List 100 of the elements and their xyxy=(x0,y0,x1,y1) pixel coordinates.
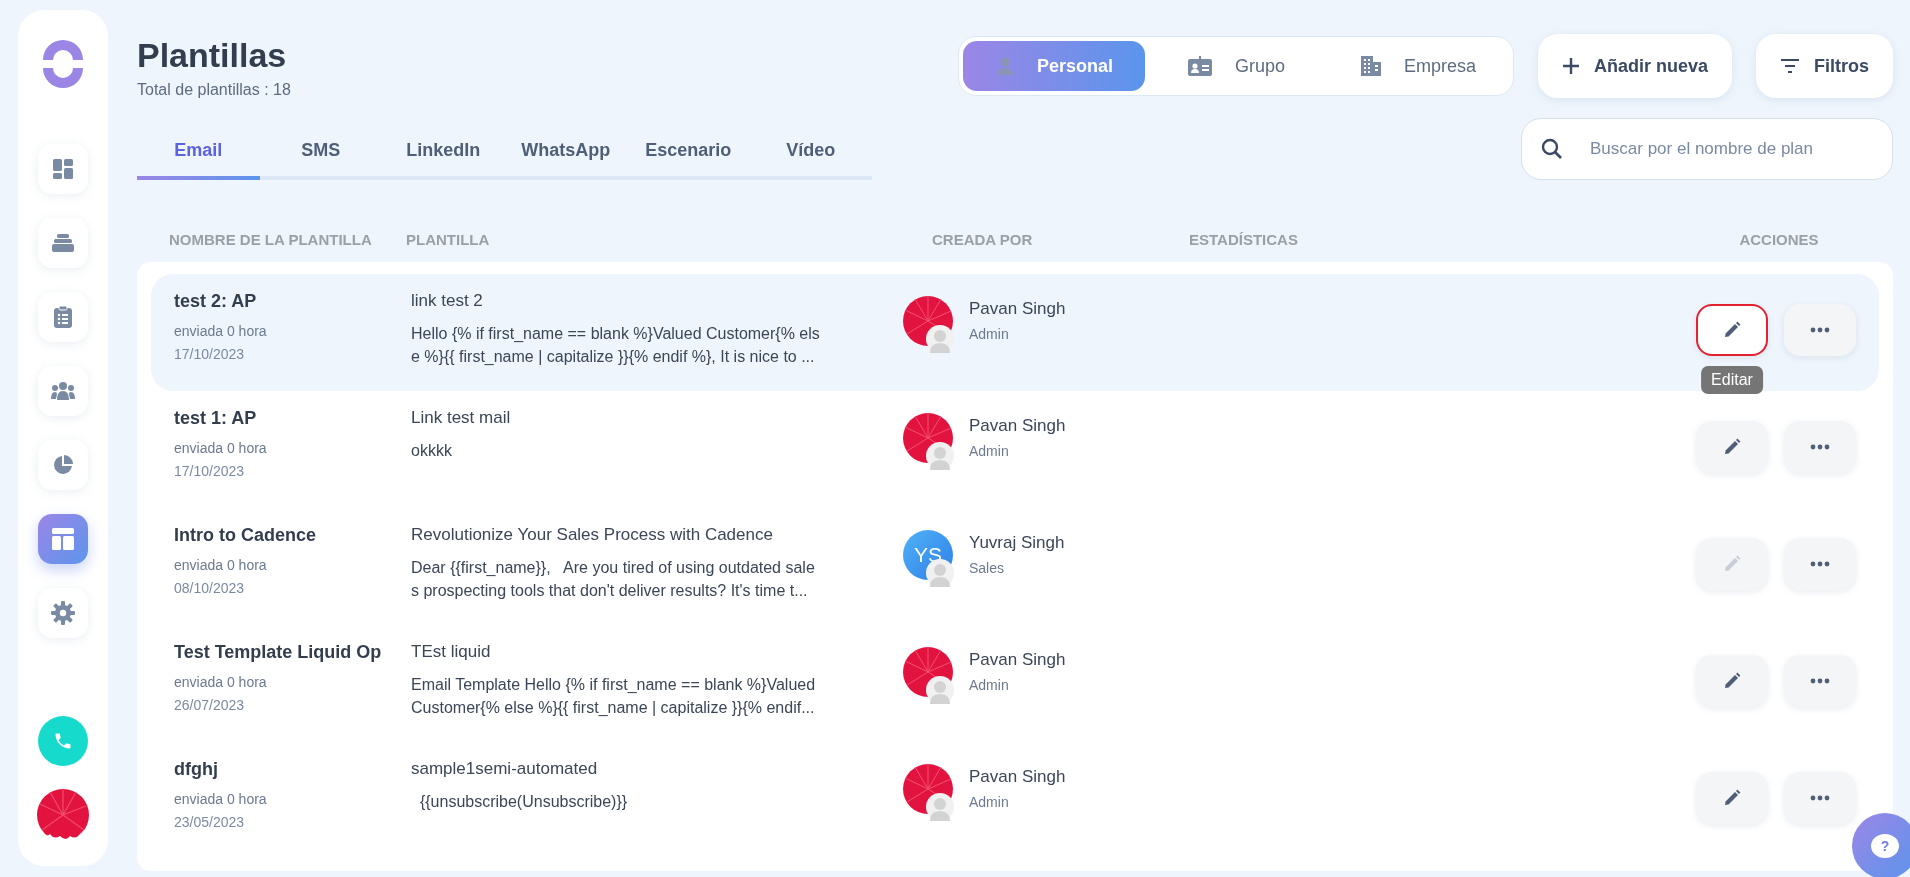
more-button[interactable] xyxy=(1784,421,1856,473)
created-date: 08/10/2023 xyxy=(174,579,246,598)
sent-status: enviada 0 hora xyxy=(174,673,268,692)
channel-tab[interactable]: LinkedIn xyxy=(382,127,505,180)
template-subject: TEst liquid xyxy=(411,641,492,663)
table-row[interactable]: test 2: AP enviada 0 hora 17/10/2023 link test 2 Hello {% if first_name == blank %}Valued Customer{% els e %}{{ first_name | capitalize }}{% endif %}, It is nice to ... Pavan Singh Admin Editar xyxy=(151,274,1879,391)
filter-button[interactable]: Filtros xyxy=(1756,34,1893,98)
clipboard-icon xyxy=(53,305,73,329)
layout-icon xyxy=(51,527,75,551)
creator-role: Admin xyxy=(969,675,1010,695)
template-preview: {{unsubscribe(Unsubscribe)}} xyxy=(418,791,629,812)
sent-status: enviada 0 hora xyxy=(174,790,268,809)
created-date: 17/10/2023 xyxy=(174,462,246,481)
template-preview: Email Template Hello {% if first_name == blank %}Valued Customer{% else %}{{ first_name | capitalize }}{% endif... xyxy=(411,674,817,718)
edit-button[interactable] xyxy=(1696,421,1768,473)
more-button[interactable] xyxy=(1784,538,1856,590)
template-subject: sample1semi-automated xyxy=(411,758,599,780)
more-button[interactable] xyxy=(1784,772,1856,824)
sent-status: enviada 0 hora xyxy=(174,439,268,458)
add-new-button[interactable]: Añadir nueva xyxy=(1537,34,1732,98)
filter-icon xyxy=(1780,58,1800,74)
more-icon xyxy=(1810,795,1830,801)
help-button[interactable]: ? xyxy=(1852,813,1910,877)
user-placeholder-icon xyxy=(925,441,955,471)
template-subject: Revolutionize Your Sales Process with Cadence xyxy=(411,524,774,546)
tooltip: Editar xyxy=(1701,366,1763,394)
template-subject: Link test mail xyxy=(411,407,512,429)
sidebar-button[interactable] xyxy=(38,218,88,268)
template-subject: link test 2 xyxy=(411,290,484,312)
creator-name: Yuvraj Singh xyxy=(969,532,1065,554)
tray-icon xyxy=(51,233,75,253)
sidebar-button[interactable] xyxy=(38,514,88,564)
edit-button[interactable] xyxy=(1696,304,1768,356)
template-name: dfghj xyxy=(174,758,219,781)
sent-status: enviada 0 hora xyxy=(174,322,268,341)
template-name: Intro to Cadence xyxy=(174,524,317,547)
column-header: ACCIONES xyxy=(1739,231,1819,248)
pencil-icon xyxy=(1723,438,1741,456)
creator-name: Pavan Singh xyxy=(969,649,1066,671)
template-preview: Dear {{first_name}}, Are you tired of using outdated sale s prospecting tools that don't deliver results? It's time t... xyxy=(411,557,816,601)
template-preview: Hello {% if first_name == blank %}Valued Customer{% els e %}{{ first_name | capitalize }}{% endif %}, It is nice to ... xyxy=(411,323,821,367)
channel-tab[interactable]: SMS xyxy=(259,127,382,180)
creator-name: Pavan Singh xyxy=(969,766,1066,788)
sidebar-button[interactable] xyxy=(38,588,88,638)
plus-icon xyxy=(1561,57,1580,75)
channel-tab[interactable]: Email xyxy=(137,127,260,180)
creator-name: Pavan Singh xyxy=(969,298,1066,320)
creator-role: Sales xyxy=(969,558,1006,578)
pencil-icon xyxy=(1723,555,1741,573)
sidebar-button[interactable] xyxy=(38,144,88,194)
search-field[interactable]: Buscar por el nombre de plan xyxy=(1521,118,1893,180)
column-header: NOMBRE DE LA PLANTILLA xyxy=(169,231,372,248)
table-row[interactable]: Test Template Liquid Op enviada 0 hora 26/07/2023 TEst liquid Email Template Hello {% if first_name == blank %}Valued Customer{% else %}{{ first_name | capitalize }}{% endif... Pavan Singh Admin xyxy=(151,625,1879,742)
sidebar-button[interactable] xyxy=(38,366,88,416)
edit-button[interactable] xyxy=(1696,655,1768,707)
column-header: ESTADÍSTICAS xyxy=(1189,231,1298,248)
building-icon xyxy=(1359,55,1382,77)
owner-option[interactable]: Personal xyxy=(962,41,1145,91)
creator-role: Admin xyxy=(969,324,1010,344)
person-icon xyxy=(994,56,1015,76)
created-date: 23/05/2023 xyxy=(174,813,246,832)
more-icon xyxy=(1810,561,1830,567)
pencil-icon xyxy=(1723,321,1741,339)
user-placeholder-icon xyxy=(925,324,955,354)
table-row[interactable]: test 1: AP enviada 0 hora 17/10/2023 Link test mail okkkk Pavan Singh Admin xyxy=(151,391,1879,508)
template-name: Test Template Liquid Op xyxy=(174,641,383,664)
edit-button[interactable] xyxy=(1696,772,1768,824)
call-button[interactable] xyxy=(38,716,88,766)
page-title: Plantillas xyxy=(137,38,288,72)
gear-icon xyxy=(51,601,75,625)
pencil-icon xyxy=(1723,672,1741,690)
created-date: 17/10/2023 xyxy=(174,345,246,364)
template-name: test 1: AP xyxy=(174,407,258,430)
channel-tab[interactable]: Escenario xyxy=(627,127,750,180)
channel-tab[interactable]: Vídeo xyxy=(749,127,872,180)
dashboard-icon xyxy=(52,158,74,180)
template-name: test 2: AP xyxy=(174,290,258,313)
channel-tab[interactable]: WhatsApp xyxy=(504,127,627,180)
sidebar-button[interactable] xyxy=(38,292,88,342)
owner-option[interactable]: Empresa xyxy=(1326,41,1509,91)
people-icon xyxy=(50,381,76,401)
more-button[interactable] xyxy=(1784,655,1856,707)
template-preview: okkkk xyxy=(411,440,453,461)
more-icon xyxy=(1810,327,1830,333)
more-icon xyxy=(1810,678,1830,684)
more-icon xyxy=(1810,444,1830,450)
sidebar-button[interactable] xyxy=(38,440,88,490)
sent-status: enviada 0 hora xyxy=(174,556,268,575)
creator-role: Admin xyxy=(969,441,1010,461)
created-date: 26/07/2023 xyxy=(174,696,246,715)
column-header: CREADA POR xyxy=(932,231,1033,248)
phone-icon xyxy=(53,731,73,751)
column-header: PLANTILLA xyxy=(406,231,490,248)
pencil-icon xyxy=(1723,789,1741,807)
owner-option[interactable]: Grupo xyxy=(1144,41,1327,91)
creator-name: Pavan Singh xyxy=(969,415,1066,437)
pie-chart-icon xyxy=(52,454,74,476)
template-count: Total de plantillas : 18 xyxy=(137,80,291,100)
user-placeholder-icon xyxy=(925,675,955,705)
id-card-icon xyxy=(1186,55,1213,77)
